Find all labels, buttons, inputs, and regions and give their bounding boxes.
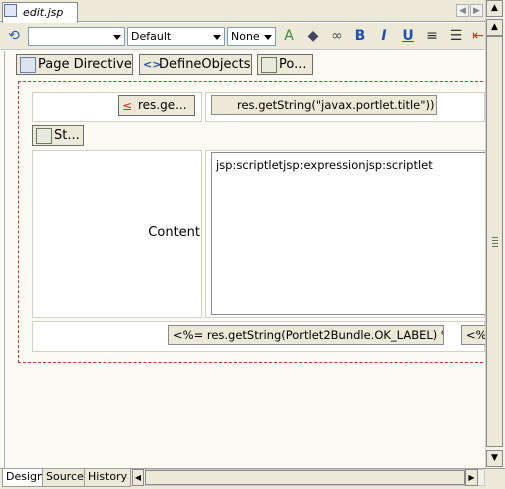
- content-textarea[interactable]: jsp:scriptletjsp:expressionjsp:scriptlet: [211, 152, 485, 315]
- scroll-down-icon[interactable]: ▼: [486, 450, 503, 467]
- scroll-right-icon[interactable]: ▶: [465, 469, 478, 486]
- scroll-up-icon[interactable]: ▲: [486, 0, 503, 17]
- bulleted-list-icon[interactable]: ☰: [448, 28, 464, 44]
- next-expression[interactable]: <%=: [461, 325, 485, 345]
- horizontal-scroll-thumb[interactable]: [145, 470, 465, 485]
- text-color-icon[interactable]: A: [281, 28, 297, 44]
- tab-scroll-left-icon[interactable]: ◀: [456, 4, 469, 17]
- font-combo[interactable]: Default: [127, 27, 225, 46]
- define-objects-button[interactable]: <>DefineObjects: [139, 54, 252, 75]
- expression-icon: ≤: [122, 98, 133, 113]
- jsp-file-icon: [4, 4, 17, 17]
- tab-scroll-right-icon[interactable]: ▶: [470, 4, 483, 17]
- scroll-left-icon[interactable]: ◀: [132, 469, 144, 486]
- italic-button[interactable]: I: [376, 28, 392, 44]
- underline-button[interactable]: U: [400, 28, 416, 44]
- ok-label-expression[interactable]: <%= res.getString(Portlet2Bundle.OK_LABE…: [168, 325, 444, 345]
- style-combo[interactable]: [28, 27, 125, 46]
- portlet-tag-button[interactable]: Po...: [257, 54, 313, 75]
- numbered-list-icon[interactable]: ≡: [424, 28, 440, 44]
- vertical-scroll-thumb[interactable]: [486, 36, 503, 447]
- content-label: Content: [148, 225, 200, 240]
- margin-guide: [4, 51, 5, 468]
- title-expression[interactable]: res.getString("javax.portlet.title")) %>: [211, 95, 437, 115]
- refresh-icon[interactable]: ⟲: [6, 28, 22, 44]
- tab-history[interactable]: History: [84, 469, 132, 487]
- tab-source[interactable]: Source: [42, 469, 88, 487]
- page-directive-button[interactable]: Page Directive: [16, 54, 133, 75]
- scriptlet-button[interactable]: St...: [32, 125, 84, 146]
- bold-button[interactable]: B: [352, 28, 368, 44]
- res-getstring-button[interactable]: ≤ res.ge...: [118, 95, 195, 116]
- link-icon[interactable]: ∞: [329, 28, 345, 44]
- size-combo[interactable]: None: [227, 27, 276, 46]
- outdent-icon[interactable]: ⇤: [470, 28, 486, 44]
- code-brackets-icon: <>: [143, 57, 162, 71]
- fill-color-icon[interactable]: ◆: [305, 28, 321, 44]
- scroll-page-up-icon[interactable]: ▲: [486, 19, 503, 36]
- design-canvas[interactable]: Page Directive <>DefineObjects Po... ≤ re…: [0, 51, 485, 468]
- scriptlet-icon: [36, 127, 52, 144]
- directive-icon: [20, 56, 36, 73]
- tag-icon: [261, 56, 277, 73]
